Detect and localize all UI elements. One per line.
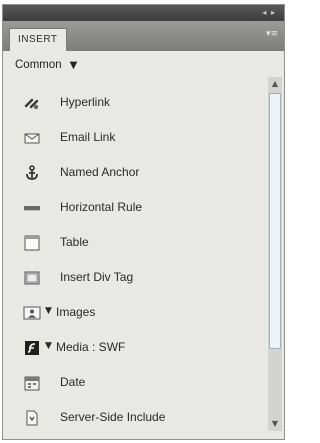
- date-icon: [23, 374, 41, 392]
- hyperlink-icon: [23, 94, 41, 112]
- insert-item-label: Insert Div Tag: [60, 270, 134, 284]
- insert-item-label: Email Link: [60, 130, 116, 144]
- category-label: Common: [15, 59, 62, 71]
- insert-item-server-side-include[interactable]: Server-Side Include: [3, 400, 265, 435]
- category-dropdown[interactable]: Common ▼: [15, 59, 77, 71]
- insert-item-email-link[interactable]: Email Link: [3, 120, 265, 155]
- scroll-up-icon[interactable]: ▲: [268, 77, 282, 91]
- insert-item-label: Media : SWF: [56, 340, 126, 354]
- table-icon: [23, 234, 41, 252]
- insert-item-media-swf[interactable]: ▼ Media : SWF: [3, 330, 265, 365]
- vertical-scrollbar[interactable]: ▲ ▼: [268, 77, 282, 431]
- insert-item-label: Horizontal Rule: [60, 200, 143, 214]
- email-link-icon: [23, 129, 41, 147]
- insert-item-label: Server-Side Include: [60, 410, 166, 424]
- panel-menu-icon[interactable]: ▾≡: [266, 29, 278, 39]
- horizontal-rule-icon: [23, 199, 41, 217]
- tab-insert[interactable]: INSERT: [9, 28, 67, 52]
- scrollbar-thumb[interactable]: [269, 93, 281, 349]
- scroll-down-icon[interactable]: ▼: [268, 417, 282, 431]
- insert-div-tag-icon: [23, 269, 41, 287]
- chevron-down-icon[interactable]: ▼: [45, 341, 52, 351]
- panel-tabstrip: INSERT ▾≡: [3, 21, 284, 52]
- insert-panel: ◂ ▸ INSERT ▾≡ Common ▼ Hyperlink Email L…: [2, 4, 285, 440]
- chevron-down-icon: ▼: [69, 60, 78, 71]
- insert-item-label: Date: [60, 375, 86, 389]
- insert-object-list: Hyperlink Email Link Named Anchor Horizo…: [3, 85, 265, 435]
- insert-item-label: Hyperlink: [60, 95, 111, 109]
- panel-grip-icon[interactable]: ◂ ▸: [262, 8, 276, 17]
- images-icon: [23, 304, 41, 322]
- panel-titlebar[interactable]: ◂ ▸: [3, 5, 284, 21]
- insert-item-label: Table: [60, 235, 89, 249]
- insert-item-named-anchor[interactable]: Named Anchor: [3, 155, 265, 190]
- insert-item-horizontal-rule[interactable]: Horizontal Rule: [3, 190, 265, 225]
- insert-item-label: Named Anchor: [60, 165, 140, 179]
- insert-item-hyperlink[interactable]: Hyperlink: [3, 85, 265, 120]
- insert-item-insert-div-tag[interactable]: Insert Div Tag: [3, 260, 265, 295]
- insert-item-date[interactable]: Date: [3, 365, 265, 400]
- insert-item-images[interactable]: ▼ Images: [3, 295, 265, 330]
- insert-item-table[interactable]: Table: [3, 225, 265, 260]
- named-anchor-icon: [23, 164, 41, 182]
- media-swf-icon: [23, 339, 41, 357]
- panel-content: Common ▼ Hyperlink Email Link Named Anch…: [3, 51, 284, 439]
- server-side-include-icon: [23, 409, 41, 427]
- chevron-down-icon[interactable]: ▼: [45, 306, 52, 316]
- insert-item-label: Images: [56, 305, 96, 319]
